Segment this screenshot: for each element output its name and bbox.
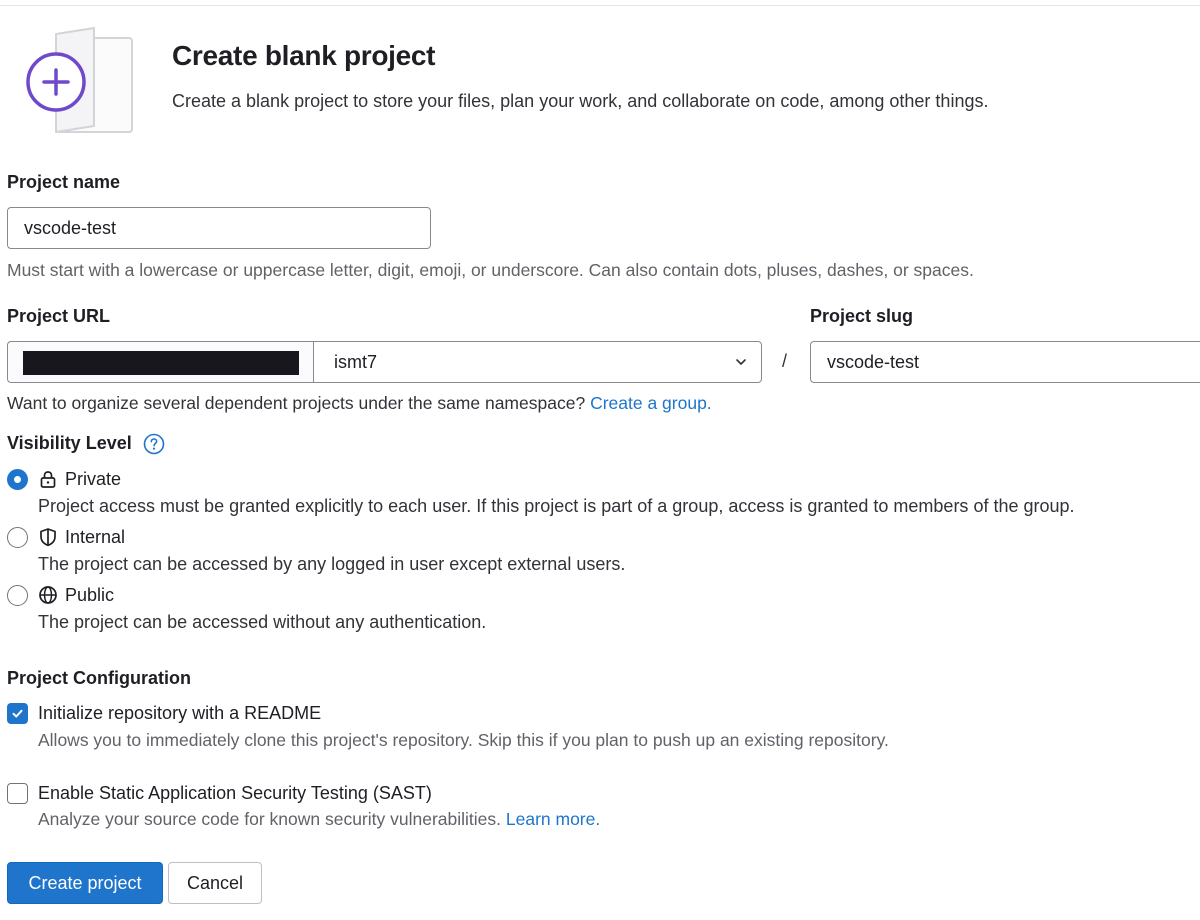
visibility-internal-radio[interactable]: [7, 527, 28, 548]
visibility-public-radio[interactable]: [7, 585, 28, 606]
project-slug-input[interactable]: vscode-test: [810, 341, 1200, 383]
plus-icon: [26, 27, 133, 133]
top-divider: [0, 5, 1200, 6]
sast-description-text: Analyze your source code for known secur…: [38, 809, 501, 829]
project-url-label: Project URL: [7, 306, 111, 326]
visibility-public-title: Public: [65, 585, 115, 605]
visibility-label-text: Visibility Level: [7, 433, 132, 453]
visibility-private-title: Private: [65, 469, 122, 489]
redacted-block: [23, 351, 299, 375]
project-url-field: ismt7: [7, 341, 762, 383]
sast-title: Enable Static Application Security Testi…: [38, 783, 432, 803]
visibility-private-radio[interactable]: [7, 469, 28, 490]
create-group-link[interactable]: Create a group.: [590, 393, 712, 413]
check-icon: [12, 709, 23, 718]
group-hint-text: Want to organize several dependent proje…: [7, 393, 586, 413]
visibility-internal-description: The project can be accessed by any logge…: [38, 554, 626, 574]
project-name-help: Must start with a lowercase or uppercase…: [7, 260, 974, 280]
page-title: Create blank project: [172, 40, 436, 71]
cancel-button[interactable]: Cancel: [168, 862, 262, 904]
page-description: Create a blank project to store your fil…: [172, 91, 989, 111]
readme-title: Initialize repository with a README: [38, 703, 322, 723]
question-circle-icon[interactable]: [143, 433, 165, 455]
visibility-internal-title: Internal: [65, 527, 126, 547]
learn-more-link[interactable]: Learn more.: [506, 809, 600, 829]
shield-icon: [40, 528, 56, 547]
namespace-select[interactable]: ismt7: [313, 341, 762, 383]
project-name-label: Project name: [7, 172, 121, 192]
lock-icon: [40, 471, 56, 488]
globe-icon: [39, 586, 57, 604]
readme-checkbox[interactable]: [7, 703, 28, 724]
project-name-input[interactable]: vscode-test: [7, 207, 431, 249]
sast-checkbox[interactable]: [7, 783, 28, 804]
url-separator: /: [782, 351, 788, 371]
visibility-public-description: The project can be accessed without any …: [38, 612, 487, 632]
readme-description: Allows you to immediately clone this pro…: [38, 730, 889, 750]
namespace-value: ismt7: [334, 352, 378, 372]
project-slug-label: Project slug: [810, 306, 914, 326]
configuration-label: Project Configuration: [7, 668, 191, 688]
group-hint: Want to organize several dependent proje…: [7, 393, 712, 414]
page-header: Create blank project Create a blank proj…: [0, 26, 1200, 138]
chevron-down-icon: [736, 359, 746, 365]
create-project-button[interactable]: Create project: [7, 862, 163, 904]
sast-description: Analyze your source code for known secur…: [38, 809, 600, 830]
visibility-label: Visibility Level: [7, 433, 132, 454]
visibility-private-description: Project access must be granted explicitl…: [38, 496, 1075, 516]
url-prefix: [7, 341, 314, 383]
